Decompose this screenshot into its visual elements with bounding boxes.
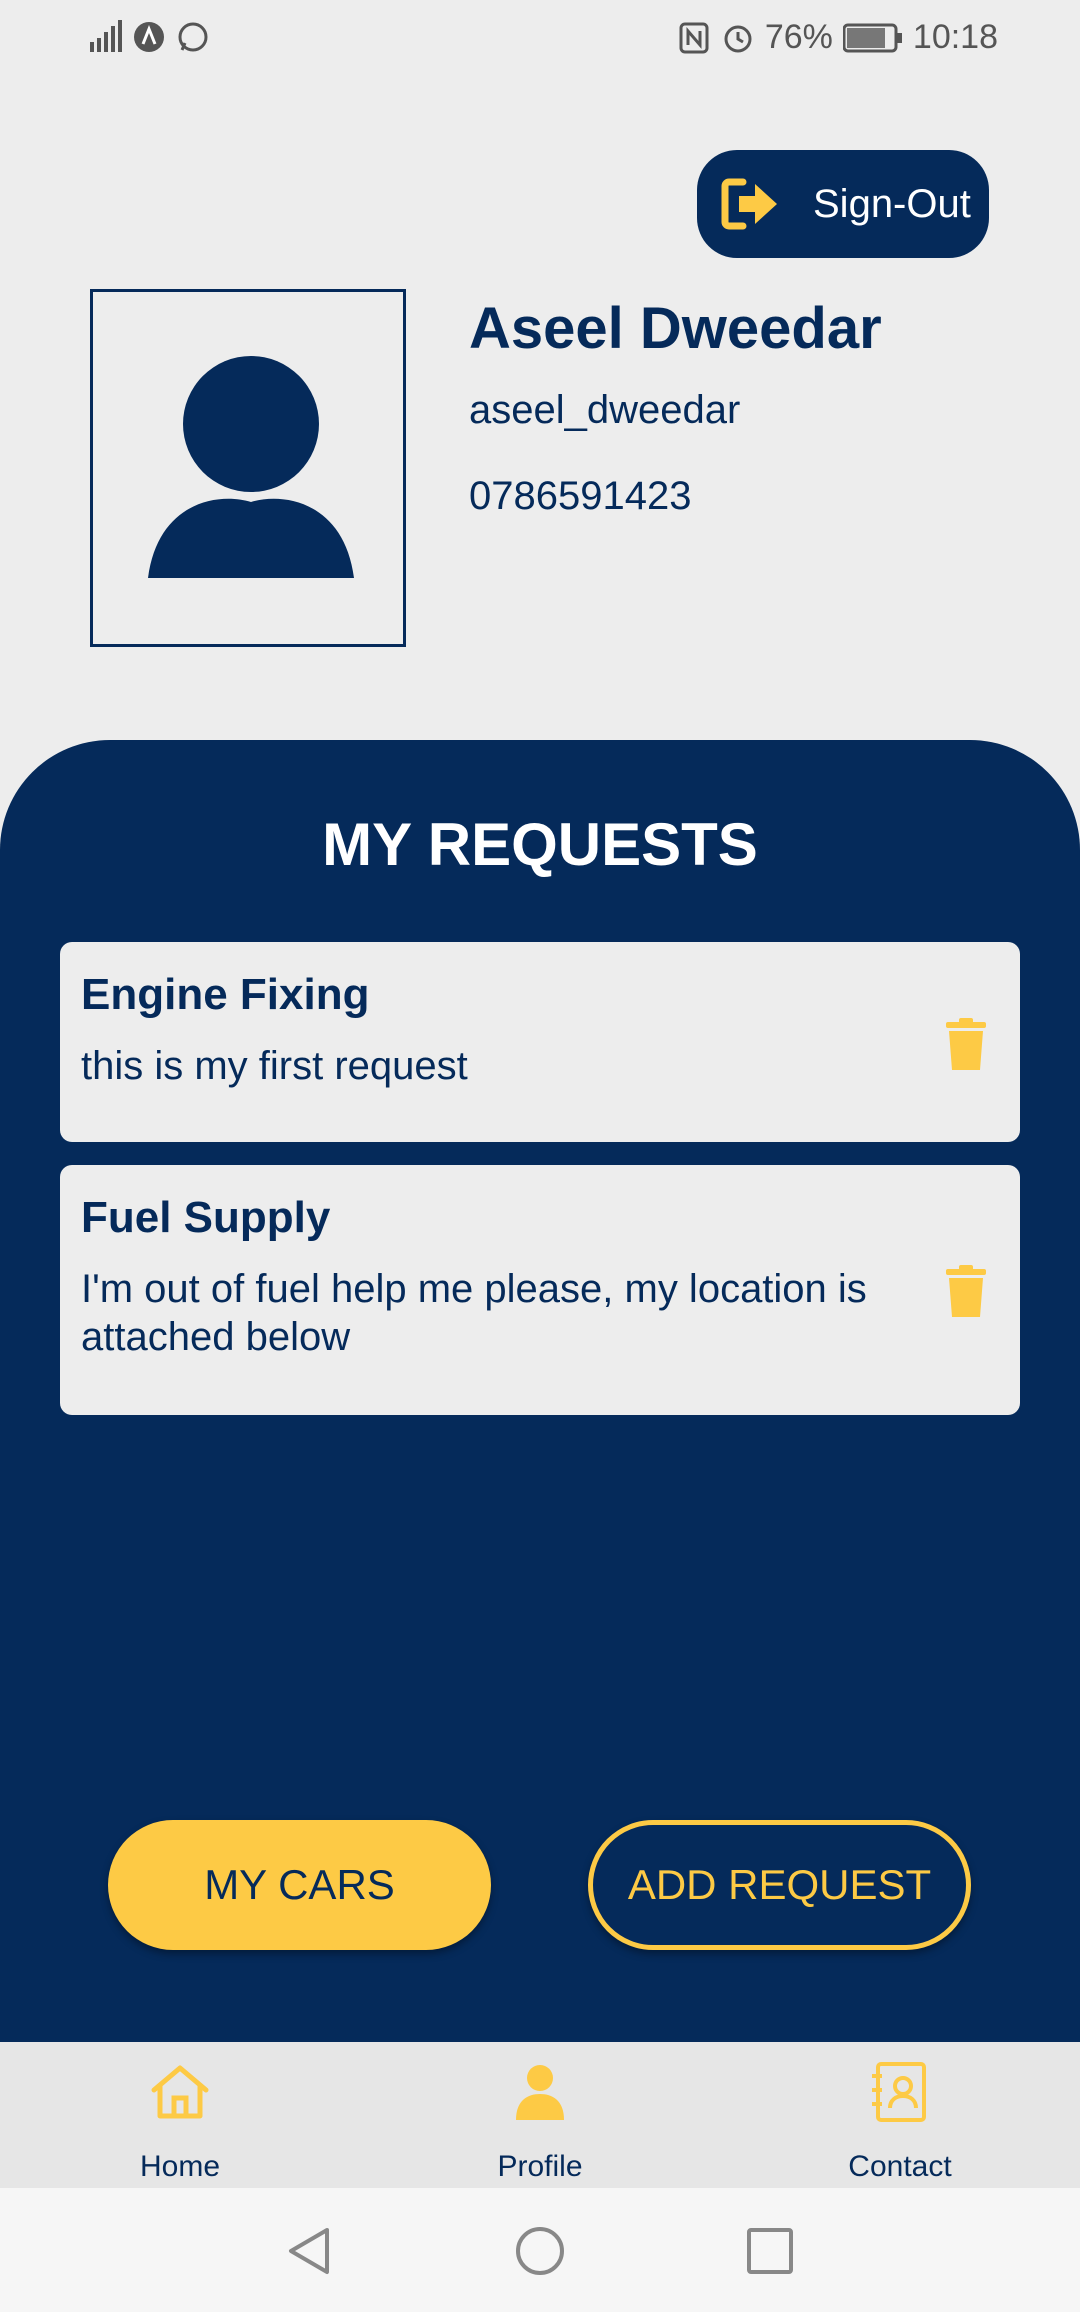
nav-item-profile[interactable]: Profile xyxy=(440,2042,640,2188)
battery-percent: 76% xyxy=(764,18,833,56)
person-icon xyxy=(516,2065,564,2120)
request-title: Fuel Supply xyxy=(81,1193,331,1242)
profile-name: Aseel Dweedar xyxy=(469,296,882,361)
request-description: this is my first request xyxy=(81,1044,468,1088)
nav-label-home: Home xyxy=(139,2150,221,2183)
my-cars-label: MY CARS xyxy=(204,1861,395,1908)
nav-label-contact: Contact xyxy=(848,2150,952,2183)
request-card[interactable]: Fuel Supply I'm out of fuel help me plea… xyxy=(60,1165,1020,1415)
my-cars-button[interactable]: MY CARS xyxy=(108,1820,491,1950)
battery-icon xyxy=(842,23,902,52)
signal-icon xyxy=(90,20,122,52)
profile-username: aseel_dweedar xyxy=(469,388,741,432)
sign-out-label: Sign-Out xyxy=(813,181,971,226)
sign-out-icon xyxy=(721,178,777,230)
nav-label-profile: Profile xyxy=(497,2150,583,2183)
profile-avatar xyxy=(90,289,406,647)
nfc-icon xyxy=(679,22,709,53)
request-title: Engine Fixing xyxy=(81,970,370,1019)
alarm-icon xyxy=(724,25,752,52)
nav-item-home[interactable]: Home xyxy=(80,2042,280,2188)
whatsapp-icon xyxy=(178,22,208,52)
requests-title: MY REQUESTS xyxy=(322,811,758,878)
add-request-button[interactable]: ADD REQUEST xyxy=(588,1820,971,1950)
profile-phone: 0786591423 xyxy=(469,474,692,518)
bottom-navigation: Home Profile Contact xyxy=(0,2042,1080,2188)
status-bar: 76% 10:18 xyxy=(0,0,1080,80)
home-circle-icon[interactable] xyxy=(515,2226,565,2276)
delete-icon[interactable] xyxy=(946,1265,986,1317)
home-icon xyxy=(151,2065,209,2119)
app-notification-icon xyxy=(134,22,164,52)
delete-icon[interactable] xyxy=(946,1018,986,1070)
request-description: I'm out of fuel help me please, my locat… xyxy=(81,1267,867,1359)
add-request-label: ADD REQUEST xyxy=(627,1861,932,1908)
back-icon[interactable] xyxy=(285,2226,335,2276)
contact-card-icon xyxy=(872,2062,926,2122)
person-icon xyxy=(148,356,354,578)
sign-out-button[interactable]: Sign-Out xyxy=(697,150,989,258)
clock: 10:18 xyxy=(912,18,998,56)
system-navigation-bar xyxy=(0,2188,1080,2312)
recents-icon[interactable] xyxy=(745,2226,795,2276)
status-icons-right: 76% 10:18 xyxy=(677,18,998,57)
request-card[interactable]: Engine Fixing this is my first request xyxy=(60,942,1020,1142)
status-icons-left xyxy=(88,20,210,54)
nav-item-contact[interactable]: Contact xyxy=(800,2042,1000,2188)
